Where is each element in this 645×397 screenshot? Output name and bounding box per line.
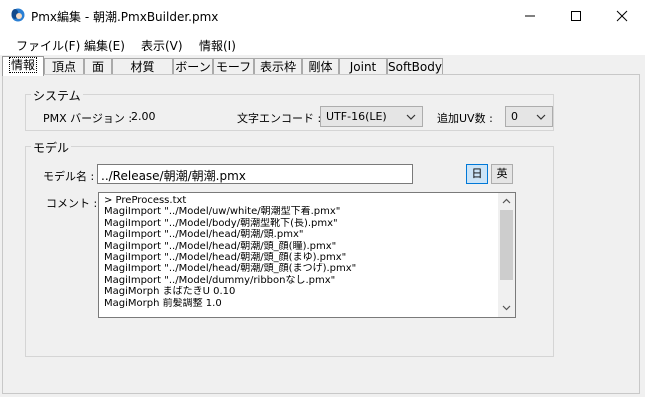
pmx-version-value: 2.00 — [131, 110, 156, 123]
chevron-down-icon — [536, 114, 546, 120]
comment-line: MagiMorph まばたきU 0.10 — [104, 286, 236, 298]
model-group-label: モデル — [31, 139, 72, 156]
chevron-down-icon — [406, 114, 416, 120]
window-title: Pmx編集 - 朝潮.PmxBuilder.pmx — [31, 10, 219, 24]
maximize-button[interactable] — [553, 0, 599, 31]
comment-label: コメント : — [46, 197, 98, 210]
comment-line: > PreProcess.txt — [104, 195, 187, 206]
pmx-version-label: PMX バージョン : — [43, 112, 133, 125]
lang-en-button[interactable]: 英 — [491, 164, 513, 184]
comment-line: MagiImport "../Model/uw/white/朝潮型下着.pmx" — [104, 206, 341, 218]
encode-label: 文字エンコード : — [237, 112, 322, 125]
comment-line: MagiMorph 前髪調整 1.0 — [104, 297, 222, 309]
tab-display-frame[interactable]: 表示枠 — [254, 58, 302, 75]
comment-line: MagiImport "../Model/head/朝潮/頭.pmx" — [104, 229, 304, 241]
maximize-icon — [571, 11, 581, 21]
model-name-value: ../Release/朝潮/朝潮.pmx — [101, 169, 246, 183]
comment-lines: > PreProcess.txt MagiImport "../Model/uw… — [104, 195, 499, 309]
tab-vertex[interactable]: 頂点 — [44, 58, 84, 75]
comment-line: MagiImport "../Model/head/朝潮/頭_顔(まゆ).pmx… — [104, 251, 347, 263]
tab-info[interactable]: 情報 — [2, 56, 44, 76]
uv-count-value: 0 — [511, 110, 518, 123]
model-name-label: モデル名 : — [43, 170, 95, 183]
menu-file[interactable]: ファイル(F) — [16, 37, 80, 54]
scroll-up-icon[interactable] — [502, 198, 511, 204]
close-icon — [616, 10, 628, 22]
comment-textarea[interactable]: > PreProcess.txt MagiImport "../Model/uw… — [98, 192, 516, 318]
menu-view[interactable]: 表示(V) — [141, 37, 183, 54]
comment-line: MagiImport "../Model/head/朝潮/頭_顔(まつげ).pm… — [104, 263, 357, 275]
uv-count-select[interactable]: 0 — [505, 106, 553, 127]
tab-strip: 情報 頂点 面 材質 ボーン モーフ 表示枠 剛体 Joint SoftBody — [0, 56, 645, 76]
scroll-down-icon[interactable] — [502, 305, 511, 311]
tab-face[interactable]: 面 — [84, 58, 112, 75]
model-name-input[interactable]: ../Release/朝潮/朝潮.pmx — [97, 164, 413, 184]
comment-scrollbar[interactable] — [498, 193, 515, 317]
close-button[interactable] — [599, 0, 645, 31]
system-group-label: システム — [31, 87, 83, 104]
tab-morph[interactable]: モーフ — [213, 58, 254, 75]
uv-count-label: 追加UV数 : — [437, 112, 493, 125]
tab-rigid-body[interactable]: 剛体 — [302, 58, 339, 75]
menu-info[interactable]: 情報(I) — [199, 37, 236, 54]
menu-bar: ファイル(F) 編集(E) 表示(V) 情報(I) — [0, 31, 645, 56]
tab-bone[interactable]: ボーン — [173, 58, 213, 75]
encode-select-value: UTF-16(LE) — [326, 110, 387, 123]
minimize-icon — [525, 15, 535, 17]
pmx-app-icon — [11, 8, 25, 22]
title-bar: Pmx編集 - 朝潮.PmxBuilder.pmx — [0, 0, 645, 31]
tab-material[interactable]: 材質 — [112, 58, 173, 75]
tab-softbody[interactable]: SoftBody — [387, 58, 443, 75]
menu-edit[interactable]: 編集(E) — [84, 37, 125, 54]
encode-select[interactable]: UTF-16(LE) — [320, 106, 423, 127]
tab-joint[interactable]: Joint — [339, 58, 387, 75]
lang-ja-button[interactable]: 日 — [466, 164, 488, 184]
comment-line: MagiImport "../Model/head/朝潮/頭_顔(瞳).pmx" — [104, 240, 337, 252]
scroll-thumb[interactable] — [500, 210, 513, 280]
comment-line: MagiImport "../Model/body/朝潮型靴下(長).pmx" — [104, 217, 338, 229]
minimize-button[interactable] — [507, 0, 553, 31]
comment-line: MagiImport "../Model/dummy/ribbonなし.pmx" — [104, 274, 336, 286]
